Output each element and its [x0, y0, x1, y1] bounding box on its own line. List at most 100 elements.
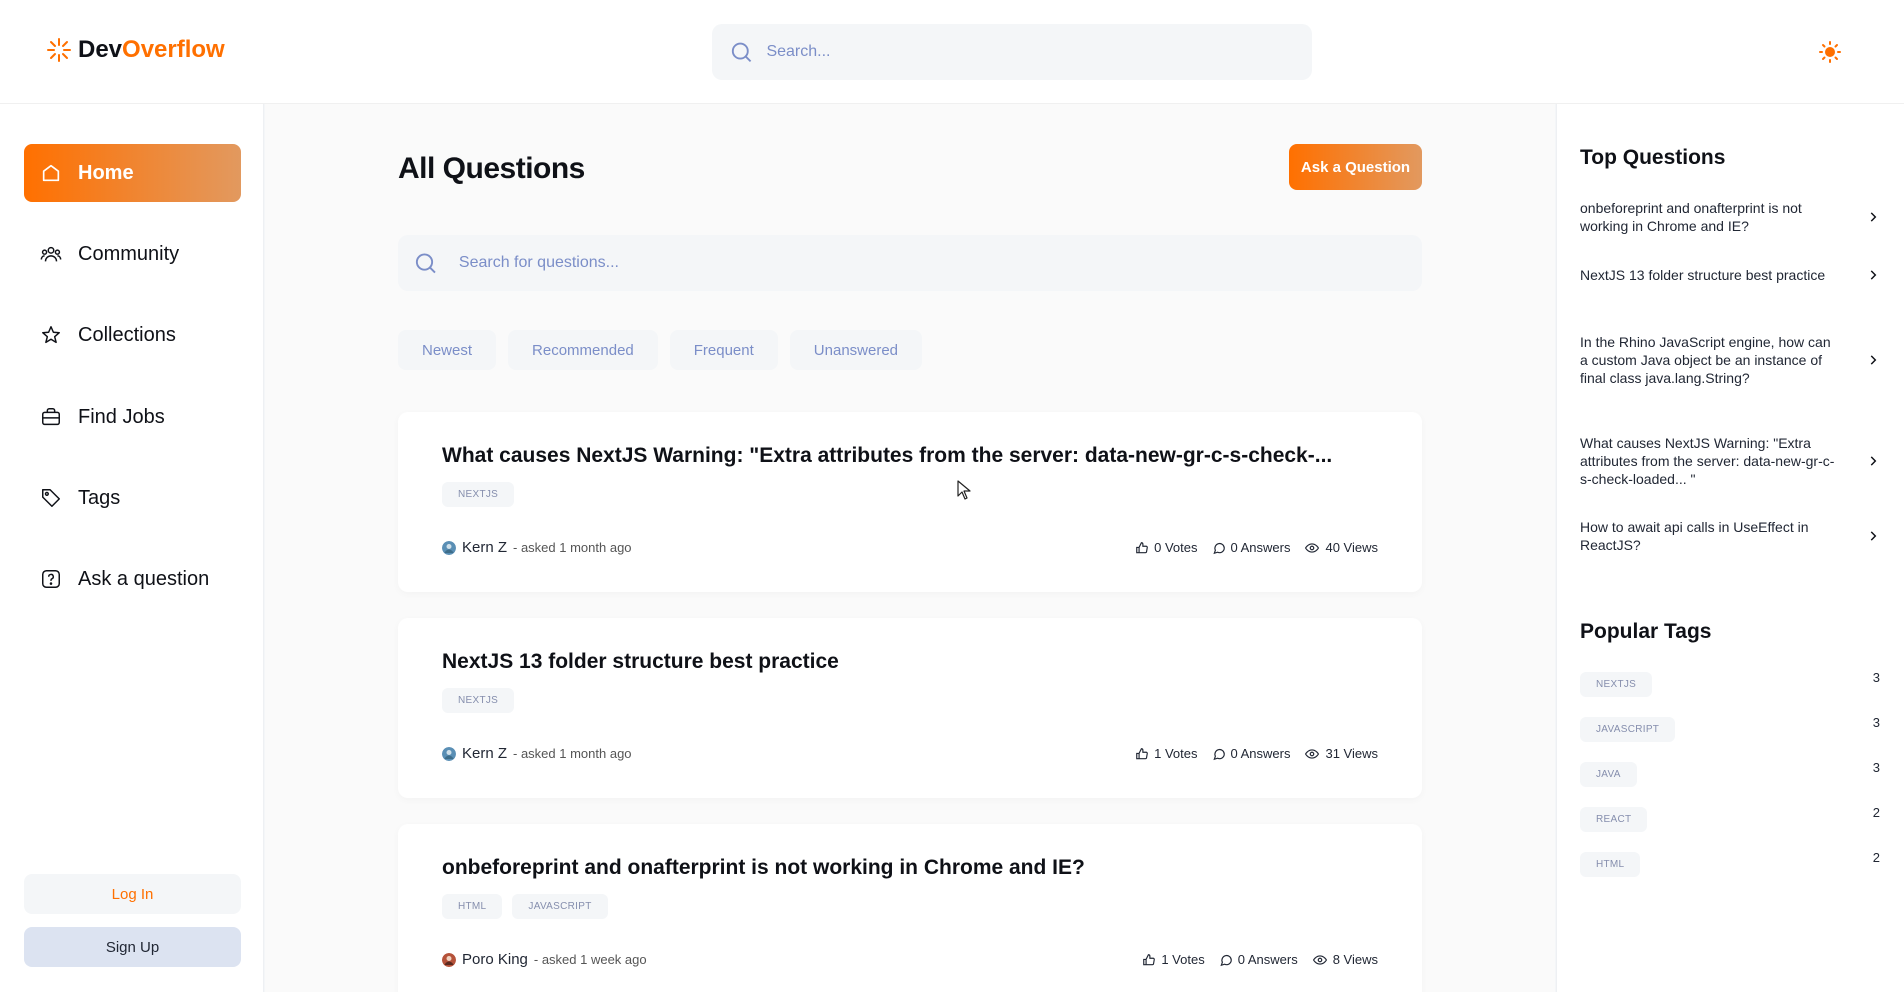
popular-tag-badge[interactable]: HTML [1580, 852, 1641, 877]
sidebar-item-tags[interactable]: Tags [24, 469, 241, 527]
global-search-input[interactable] [766, 43, 1294, 61]
comment-icon [1212, 748, 1225, 760]
popular-tag-badge[interactable]: JAVA [1580, 762, 1637, 787]
chevron-right-icon [1870, 456, 1877, 466]
sidebar-item-community[interactable]: Community [24, 225, 241, 283]
votes-stat: 1 Votes [1142, 952, 1205, 967]
votes-count: 0 Votes [1154, 540, 1198, 555]
avatar [442, 746, 456, 761]
main-content: All Questions Ask a Question Newest Reco… [265, 104, 1555, 992]
popular-tags-heading: Popular Tags [1580, 620, 1712, 643]
question-tags: NEXTJS [442, 482, 1378, 507]
comment-icon [1212, 542, 1225, 554]
login-button[interactable]: Log In [24, 874, 241, 914]
sidebar-item-find-jobs[interactable]: Find Jobs [24, 388, 241, 446]
sidebar-item-label: Community [78, 242, 180, 265]
popular-tag-badge[interactable]: REACT [1580, 807, 1648, 832]
filter-tabs: Newest Recommended Frequent Unanswered [398, 330, 923, 370]
sidebar-item-home[interactable]: Home [24, 144, 241, 202]
question-title[interactable]: What causes NextJS Warning: "Extra attri… [442, 444, 1378, 468]
votes-count: 1 Votes [1154, 746, 1198, 761]
question-title[interactable]: NextJS 13 folder structure best practice [442, 650, 1378, 674]
top-question-item[interactable]: In the Rhino JavaScript engine, how can … [1580, 333, 1880, 387]
top-question-text: How to await api calls in UseEffect in R… [1580, 519, 1809, 553]
question-stats: 1 Votes 0 Answers 31 Views [1135, 746, 1378, 761]
answers-count: 0 Answers [1230, 540, 1291, 555]
right-sidebar: Top Questions onbeforeprint and onafterp… [1556, 104, 1904, 992]
question-title[interactable]: onbeforeprint and onafterprint is not wo… [442, 856, 1378, 880]
question-author[interactable]: Poro King - asked 1 week ago [442, 951, 647, 968]
tag-badge[interactable]: NEXTJS [442, 482, 515, 507]
sidebar-item-label: Find Jobs [78, 405, 165, 428]
views-stat: 40 Views [1304, 540, 1378, 555]
author-name: Kern Z [462, 745, 508, 762]
author-name: Poro King [462, 951, 528, 968]
question-search-input[interactable] [458, 254, 1406, 272]
search-icon [731, 42, 752, 63]
tag-count: 2 [1872, 805, 1880, 820]
views-stat: 31 Views [1304, 746, 1378, 761]
popular-tag-badge[interactable]: JAVASCRIPT [1580, 717, 1676, 742]
top-question-item[interactable]: onbeforeprint and onafterprint is not wo… [1580, 199, 1880, 235]
question-author[interactable]: Kern Z - asked 1 month ago [442, 745, 632, 762]
top-question-item[interactable]: NextJS 13 folder structure best practice [1580, 266, 1880, 284]
filter-newest[interactable]: Newest [398, 330, 497, 370]
tag-badge[interactable]: JAVASCRIPT [512, 894, 608, 919]
asked-time: - asked 1 month ago [513, 540, 632, 555]
chevron-right-icon [1870, 355, 1877, 365]
author-name: Kern Z [462, 539, 508, 556]
votes-stat: 0 Votes [1135, 540, 1198, 555]
asked-time: - asked 1 week ago [533, 952, 647, 967]
question-author[interactable]: Kern Z - asked 1 month ago [442, 539, 632, 556]
star-icon [42, 326, 60, 344]
top-questions-heading: Top Questions [1580, 146, 1726, 169]
question-stats: 0 Votes 0 Answers 40 Views [1135, 540, 1378, 555]
sidebar-item-label: Tags [78, 486, 121, 509]
popular-tag-badge[interactable]: NEXTJS [1580, 672, 1653, 697]
top-question-text: NextJS 13 folder structure best practice [1580, 267, 1826, 283]
answers-stat: 0 Answers [1219, 952, 1298, 967]
views-count: 8 Views [1332, 952, 1378, 967]
votes-count: 1 Votes [1161, 952, 1205, 967]
sidebar-item-collections[interactable]: Collections [24, 306, 241, 364]
left-sidebar: Home Community Collections Find Jobs Tag… [0, 104, 264, 992]
question-meta: Kern Z - asked 1 month ago 1 Votes 0 Ans… [442, 745, 1378, 762]
top-question-item[interactable]: How to await api calls in UseEffect in R… [1580, 518, 1880, 554]
question-card[interactable]: NextJS 13 folder structure best practice… [398, 618, 1422, 798]
mouse-cursor-icon [957, 480, 971, 500]
question-card[interactable]: onbeforeprint and onafterprint is not wo… [398, 824, 1422, 992]
eye-icon [1305, 542, 1320, 553]
sidebar-item-label: Collections [78, 323, 176, 346]
chevron-right-icon [1870, 212, 1877, 222]
avatar [442, 540, 456, 555]
votes-stat: 1 Votes [1135, 746, 1198, 761]
theme-toggle[interactable] [1816, 38, 1844, 66]
signup-button[interactable]: Sign Up [24, 927, 241, 967]
question-card[interactable]: What causes NextJS Warning: "Extra attri… [398, 412, 1422, 592]
thumbs-up-icon [1143, 953, 1156, 965]
question-tags: NEXTJS [442, 688, 1378, 713]
answers-stat: 0 Answers [1212, 746, 1290, 761]
question-stats: 1 Votes 0 Answers 8 Views [1142, 952, 1378, 967]
popular-tag-row: REACT 2 [1580, 805, 1880, 832]
site-logo[interactable]: DevOverflow [46, 36, 225, 64]
filter-recommended[interactable]: Recommended [508, 330, 658, 370]
logo-icon [47, 38, 71, 62]
home-icon [42, 164, 60, 182]
filter-unanswered[interactable]: Unanswered [789, 330, 923, 370]
briefcase-icon [42, 408, 60, 426]
top-question-item[interactable]: What causes NextJS Warning: "Extra attri… [1580, 434, 1880, 488]
global-search-bar[interactable] [712, 24, 1312, 80]
ask-question-button[interactable]: Ask a Question [1289, 144, 1422, 190]
filter-frequent[interactable]: Frequent [669, 330, 778, 370]
tag-count: 3 [1872, 715, 1880, 730]
tag-badge[interactable]: NEXTJS [442, 688, 515, 713]
users-icon [40, 246, 62, 262]
sidebar-item-ask-question[interactable]: Ask a question [24, 550, 241, 608]
tag-badge[interactable]: HTML [442, 894, 503, 919]
eye-icon [1312, 954, 1327, 965]
question-search-bar[interactable] [398, 235, 1422, 291]
views-count: 31 Views [1325, 746, 1378, 761]
comment-icon [1220, 954, 1232, 966]
answers-stat: 0 Answers [1212, 540, 1291, 555]
